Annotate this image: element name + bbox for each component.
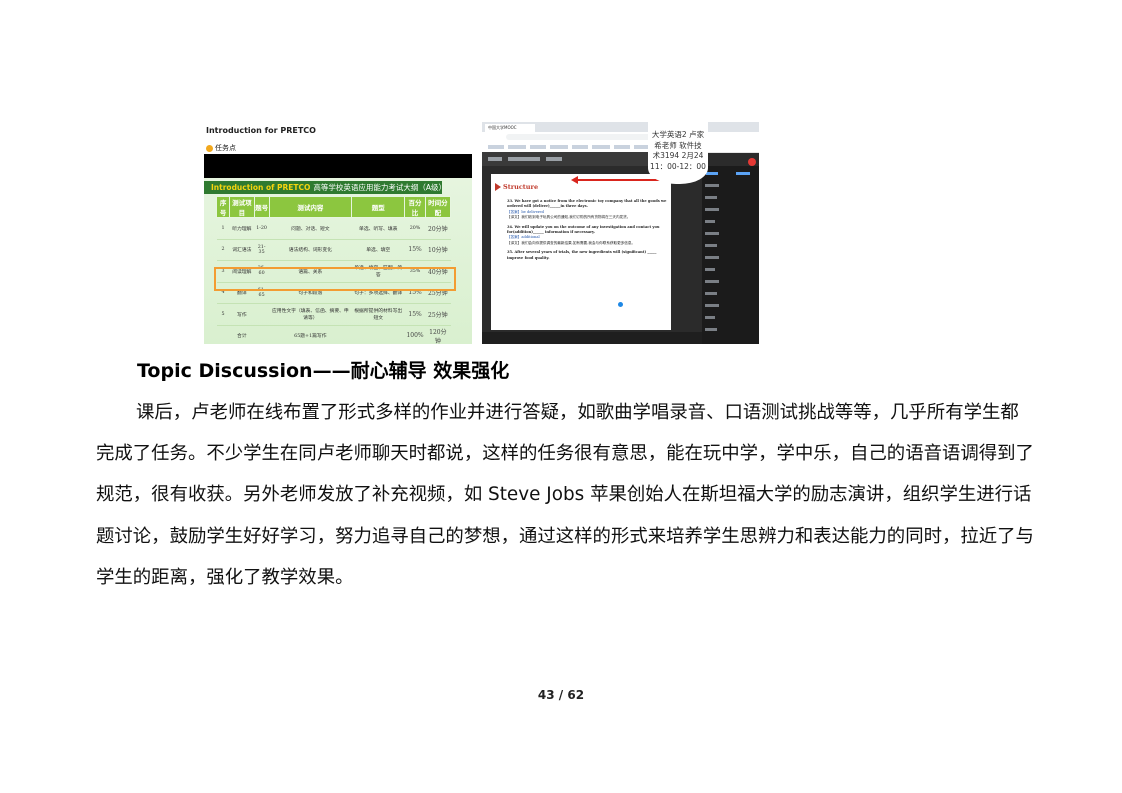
answer-text: 【答案】additional	[507, 235, 540, 240]
table-cell: 听力理解	[229, 217, 255, 240]
table-cell: 词汇语法	[229, 239, 255, 261]
table-cell	[351, 325, 405, 344]
question-block: 34. We will update you on the outcome of…	[507, 225, 667, 247]
table-cell: 问题、对话、短文	[269, 217, 352, 240]
slide-banner: Introduction of PRETCO 高等学校英语应用能力考试大纲（A级…	[204, 181, 446, 194]
task-point: 任务点	[206, 143, 236, 153]
structure-heading: Structure	[495, 183, 538, 191]
url-field[interactable]	[506, 134, 656, 140]
video-title: Introduction for PRETCO	[206, 126, 316, 135]
table-cell: 2	[216, 239, 230, 261]
video-player[interactable]: Introduction of PRETCO 高等学校英语应用能力考试大纲（A级…	[204, 154, 472, 344]
pretco-slide: Introduction of PRETCO 高等学校英语应用能力考试大纲（A级…	[204, 178, 472, 344]
task-point-label: 任务点	[215, 144, 236, 152]
table-row: 1 听力理解 1-20 问题、对话、短文 单选、听写、填表 20% 20分钟	[216, 217, 451, 240]
table-cell: 10分钟	[425, 239, 451, 261]
banner-text: 高等学校英语应用能力考试大纲（A级）	[313, 183, 447, 192]
record-icon[interactable]	[748, 158, 756, 166]
question-text: 34. We will update you on the outcome of…	[507, 224, 660, 235]
table-cell: 应用性文字（填表、信函、摘要、申请等）	[269, 303, 352, 326]
table-cell: 15%	[404, 303, 426, 326]
table-cell: 写作	[229, 303, 255, 326]
table-cell: 语法结构、词形变化	[269, 239, 352, 261]
translation-text: 【译文】我们会向你提供调查的最新结果,如有需要,我会与你联系获取更多信息。	[507, 240, 636, 245]
lesson-control-bar[interactable]	[482, 332, 702, 344]
overlay-line: 大学英语2 卢家	[651, 130, 705, 139]
table-row: 5 写作 应用性文字（填表、信函、摘要、申请等） 根据所提供的材料写出短文 15…	[216, 303, 451, 326]
banner-highlight: Introduction of PRETCO	[211, 183, 311, 192]
table-row: 合计 65题+1篇写作 100% 120分钟	[216, 325, 451, 344]
table-cell	[254, 325, 270, 344]
online-lesson-screenshot: 中国大学MOOC Structure 33. We have got a not…	[482, 122, 759, 344]
triangle-icon	[495, 183, 501, 191]
table-cell	[254, 303, 270, 326]
member-sidebar	[702, 166, 759, 344]
table-cell: 根据所提供的材料写出短文	[351, 303, 405, 326]
class-info-overlay: 大学英语2 卢家 希老师 软件技 术3194 2月24 11：00-12：00	[648, 122, 708, 184]
table-header: 测试内容	[268, 196, 353, 218]
pointer-arrow-icon	[571, 176, 663, 184]
table-cell: 1	[216, 217, 230, 240]
table-cell: 65题+1篇写作	[269, 325, 352, 344]
table-cell: 21-35	[254, 239, 270, 261]
browser-tab-bar: 中国大学MOOC	[482, 122, 759, 132]
table-cell	[216, 325, 230, 344]
overlay-line: 11：00-12：00	[650, 161, 706, 171]
table-header: 时间分配	[424, 196, 452, 218]
translation-text: 【译文】我们收到电子玩具公司的通知,我们订购的所有货物将在三天内发货。	[507, 215, 631, 220]
table-header: 测试项目	[229, 196, 255, 218]
exercise-text: 33. We have got a notice from the electr…	[507, 199, 667, 265]
shared-document: Structure 33. We have got a notice from …	[491, 174, 671, 330]
table-header: 题型	[351, 196, 406, 218]
highlight-box	[214, 267, 456, 291]
question-block: 33. We have got a notice from the electr…	[507, 199, 667, 221]
overlay-line: 希老师 软件技	[654, 140, 702, 150]
question-text: 33. We have got a notice from the electr…	[507, 199, 667, 209]
overlay-line: 术3194 2月24	[652, 151, 704, 160]
table-cell: 120分钟	[425, 325, 451, 344]
table-cell: 15%	[404, 239, 426, 261]
table-header: 序号	[215, 196, 231, 218]
table-cell: 1-20	[254, 217, 270, 240]
table-cell: 100%	[404, 325, 426, 344]
question-text: 35. After several years of trials, the n…	[507, 250, 657, 260]
cursor-dot-icon	[618, 302, 623, 307]
course-video-screenshot: Introduction for PRETCO 任务点 Introduction…	[204, 122, 472, 344]
table-cell: 5	[216, 303, 230, 326]
page-number: 43 / 62	[537, 688, 585, 702]
table-header: 题号	[253, 196, 270, 218]
question-block: 35. After several years of trials, the n…	[507, 250, 667, 261]
table-cell: 合计	[229, 325, 255, 344]
table-header-row: 序号 测试项目 题号 测试内容 题型 百分比 时间分配	[215, 196, 452, 218]
table-cell: 单选、填空	[351, 239, 405, 261]
table-row: 2 词汇语法 21-35 语法结构、词形变化 单选、填空 15% 10分钟	[216, 239, 451, 261]
table-cell: 20%	[404, 217, 426, 240]
body-paragraph: 课后，卢老师在线布置了形式多样的作业并进行答疑，如歌曲学唱录音、口语测试挑战等等…	[96, 402, 1034, 588]
browser-tab[interactable]: 中国大学MOOC	[485, 124, 535, 132]
table-cell: 单选、听写、填表	[351, 217, 405, 240]
task-point-icon	[206, 144, 213, 152]
table-cell: 25分钟	[425, 303, 451, 326]
section-heading: Topic Discussion——耐心辅导 效果强化	[137, 360, 510, 382]
table-cell: 20分钟	[425, 217, 451, 240]
answer-text: 【答案】be delivered	[507, 209, 544, 214]
table-header: 百分比	[404, 196, 426, 218]
